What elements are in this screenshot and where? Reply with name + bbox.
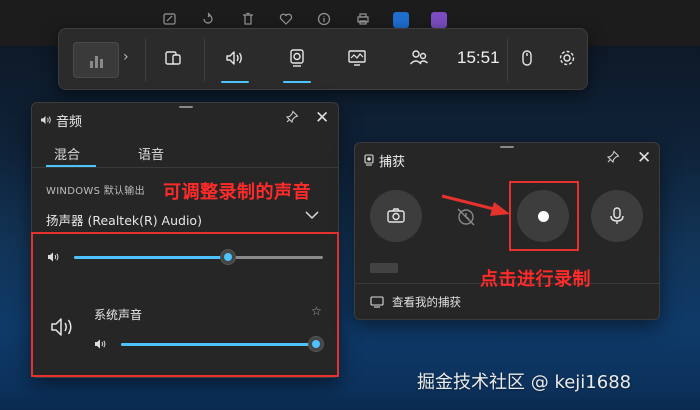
microphone-icon <box>610 207 624 224</box>
capture-widget-icon <box>165 51 181 65</box>
show-all-captures-link[interactable]: 查看我的捕获 <box>392 294 461 310</box>
screenshot-button[interactable] <box>370 190 422 242</box>
mouse-icon <box>522 50 532 66</box>
social-button[interactable] <box>405 45 433 73</box>
close-icon[interactable]: ✕ <box>315 108 329 128</box>
audio-icon <box>226 51 242 65</box>
social-icon <box>409 50 428 65</box>
chevron-down-icon[interactable] <box>304 207 320 223</box>
performance-button[interactable] <box>343 45 371 73</box>
gallery-icon <box>370 296 384 308</box>
game-bar: › 15:51 <box>58 28 588 90</box>
pin-icon[interactable] <box>606 150 620 168</box>
delete-icon[interactable] <box>240 12 256 28</box>
settings-button[interactable] <box>553 45 581 73</box>
capture-icon <box>364 154 374 166</box>
capture-widget-button[interactable] <box>159 45 187 73</box>
audio-active-indicator <box>221 81 249 83</box>
divider <box>507 39 508 81</box>
default-output-label: WINDOWS 默认输出 <box>46 186 145 197</box>
wallpaper-horizon <box>0 392 700 410</box>
widget-menu-button[interactable] <box>73 42 119 78</box>
audio-icon <box>41 116 51 124</box>
capture-button[interactable] <box>283 45 311 73</box>
annotation-record-text: 点击进行录制 <box>480 269 591 290</box>
drag-handle[interactable] <box>179 106 193 108</box>
favorite-icon[interactable] <box>278 12 294 28</box>
divider <box>145 39 146 81</box>
print-icon[interactable] <box>355 12 371 28</box>
performance-icon <box>348 50 366 66</box>
capture-widget: 捕获 ✕ 查看我的捕获 <box>354 142 660 320</box>
divider <box>32 167 338 168</box>
close-icon[interactable]: ✕ <box>637 148 651 168</box>
output-device-select[interactable]: 扬声器 (Realtek(R) Audio) <box>46 210 202 229</box>
mouse-lock-button[interactable] <box>513 45 541 73</box>
capture-icon <box>290 49 304 67</box>
annotation-box-record <box>509 181 579 251</box>
panel-title: 音频 <box>56 115 83 130</box>
edit-image-icon[interactable] <box>162 12 178 28</box>
microphone-button[interactable] <box>591 190 643 242</box>
app-icon[interactable] <box>431 12 447 28</box>
capture-active-indicator <box>283 81 311 83</box>
annotation-volume-text: 可调整录制的声音 <box>163 182 311 203</box>
tab-voice[interactable]: 语音 <box>138 144 164 163</box>
info-icon[interactable] <box>316 12 332 28</box>
annotation-box-volume <box>31 232 339 377</box>
divider <box>204 39 205 81</box>
camera-icon <box>387 208 405 223</box>
audio-widget-button[interactable] <box>221 45 249 73</box>
pin-icon[interactable] <box>285 110 299 128</box>
chevron-right-icon[interactable]: › <box>123 49 129 65</box>
recording-timer-placeholder <box>370 263 398 273</box>
rotate-icon[interactable] <box>200 12 216 28</box>
drag-handle[interactable] <box>500 146 514 148</box>
widget-menu-icon <box>90 56 103 68</box>
settings-icon <box>559 50 575 66</box>
annotation-arrow-icon <box>441 194 510 216</box>
clock: 15:51 <box>457 48 500 67</box>
panel-title: 捕获 <box>379 155 406 170</box>
edge-browser-icon[interactable] <box>393 12 409 28</box>
watermark: 掘金技术社区 @ keji1688 <box>417 372 632 393</box>
tab-mix[interactable]: 混合 <box>54 144 80 163</box>
